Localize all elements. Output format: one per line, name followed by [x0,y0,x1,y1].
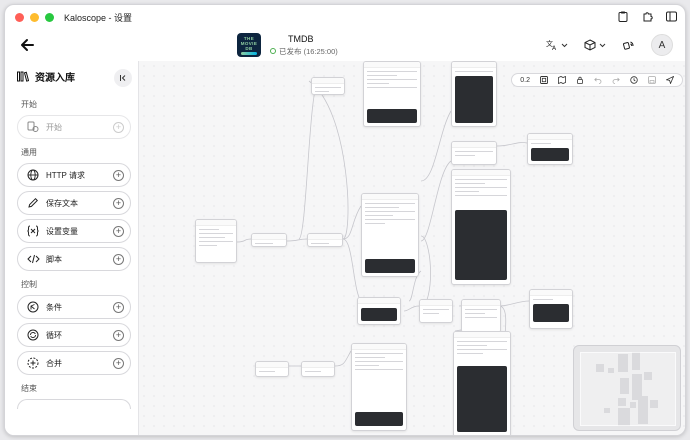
close-window-button[interactable] [15,12,24,22]
workflow-canvas[interactable]: 0.2 [139,61,685,435]
workflow-node-set-variable-bottom[interactable] [351,343,407,431]
undo-icon[interactable] [594,76,602,84]
workflow-node-http-2[interactable] [307,233,343,247]
add-node-icon[interactable]: + [113,197,124,209]
pencil-icon [26,196,40,210]
broadcast-button[interactable] [622,39,635,51]
chevron-down-icon [561,43,568,47]
node-library-sidebar: 资源入库 开始 开始 + 通用 HTTP 请求 + 保存文本 + 设置变量 + … [5,61,139,435]
workflow-node-script-bottom[interactable] [453,331,511,435]
minimap-viewport[interactable] [580,352,676,426]
workflow-node-save-text[interactable] [527,133,573,165]
map-icon[interactable] [558,76,566,84]
add-node-icon[interactable]: + [113,253,124,265]
language-menu-button[interactable]: 文A [546,39,568,51]
chevron-down-icon [599,43,606,47]
add-node-icon[interactable]: + [113,357,124,369]
merge-icon [26,356,40,370]
sidebar-item-end-partial[interactable] [17,399,131,409]
save-icon[interactable] [648,76,656,84]
add-node-icon[interactable]: + [113,329,124,341]
add-node-icon[interactable]: + [113,225,124,237]
sidebar-item-script[interactable]: 脚本 + [17,247,131,271]
sidebar-item-set-variable[interactable]: 设置变量 + [17,219,131,243]
svg-text:A: A [552,45,557,51]
workflow-node-start[interactable] [195,219,237,263]
redo-icon[interactable] [612,76,620,84]
history-icon[interactable] [630,76,638,84]
send-icon[interactable] [666,76,674,84]
workflow-node-http-3[interactable] [255,361,289,377]
lock-icon[interactable] [576,76,584,84]
start-node-icon [26,120,40,134]
tmdb-logo: THE MOVIE DB [237,33,261,57]
workflow-node-http-details[interactable] [361,193,419,277]
sidebar-item-merge[interactable]: 合并 + [17,351,131,375]
workflow-node-loop[interactable] [357,297,401,325]
status-check-icon [270,48,276,54]
workflow-node-save-text-b[interactable] [529,289,573,329]
section-label-start: 开始 [21,100,37,109]
workflow-node-http-4[interactable] [301,361,335,377]
translate-icon: 文A [546,39,557,51]
canvas-minimap[interactable] [573,345,681,431]
app-window: Kaloscope - 设置 THE MOVIE DB TMDB 已发布 (16… [4,4,686,436]
section-label-end: 结束 [21,384,37,393]
code-icon [26,252,40,266]
broadcast-icon [623,41,634,50]
variable-icon [26,224,40,238]
title-bar: Kaloscope - 设置 [5,5,685,29]
workflow-node-http-1[interactable] [251,233,287,247]
sidebar-title: 资源入库 [35,72,75,84]
minimize-window-button[interactable] [30,12,39,22]
publish-status: 已发布 (16:25:00) [270,46,338,57]
canvas-toolbar: 0.2 [511,73,683,87]
avatar[interactable]: A [651,34,673,56]
workflow-node-script-a[interactable] [451,61,497,127]
sidebar-layout-icon[interactable] [665,10,677,22]
library-icon [17,71,29,82]
theme-menu-button[interactable] [584,39,606,51]
clipboard-icon[interactable] [617,10,629,22]
collapse-sidebar-button[interactable] [114,69,132,87]
workflow-node-variable-b[interactable] [461,299,501,333]
loop-icon [26,328,40,342]
workflow-node-script-top[interactable] [311,77,345,95]
workflow-node-set-variable-top[interactable] [363,61,421,127]
add-node-icon[interactable]: + [113,169,124,181]
zoom-level[interactable]: 0.2 [520,77,530,84]
app-header: THE MOVIE DB TMDB 已发布 (16:25:00) 文A A [5,29,685,61]
section-label-common: 通用 [21,148,37,157]
app-identity: THE MOVIE DB TMDB 已发布 (16:25:00) [237,33,338,57]
section-label-control: 控制 [21,280,37,289]
fit-view-icon[interactable] [540,76,548,84]
workflow-node-script-main[interactable] [451,169,511,285]
branch-icon [26,300,40,314]
add-node-icon[interactable]: + [113,121,124,133]
sidebar-item-save-text[interactable]: 保存文本 + [17,191,131,215]
collapse-icon [120,75,126,81]
back-arrow-icon[interactable] [19,37,35,53]
sidebar-item-http-request[interactable]: HTTP 请求 + [17,163,131,187]
workflow-node-condition[interactable] [451,141,497,165]
cube-icon [584,39,596,51]
add-node-icon[interactable]: + [113,301,124,313]
sidebar-item-start[interactable]: 开始 + [17,115,131,139]
window-title: Kaloscope - 设置 [64,12,133,23]
workflow-node-merge[interactable] [419,299,453,323]
app-name: TMDB [288,33,314,44]
sidebar-item-loop[interactable]: 循环 + [17,323,131,347]
puzzle-icon[interactable] [641,10,653,22]
globe-icon [26,168,40,182]
zoom-window-button[interactable] [45,12,54,22]
sidebar-item-condition[interactable]: 条件 + [17,295,131,319]
